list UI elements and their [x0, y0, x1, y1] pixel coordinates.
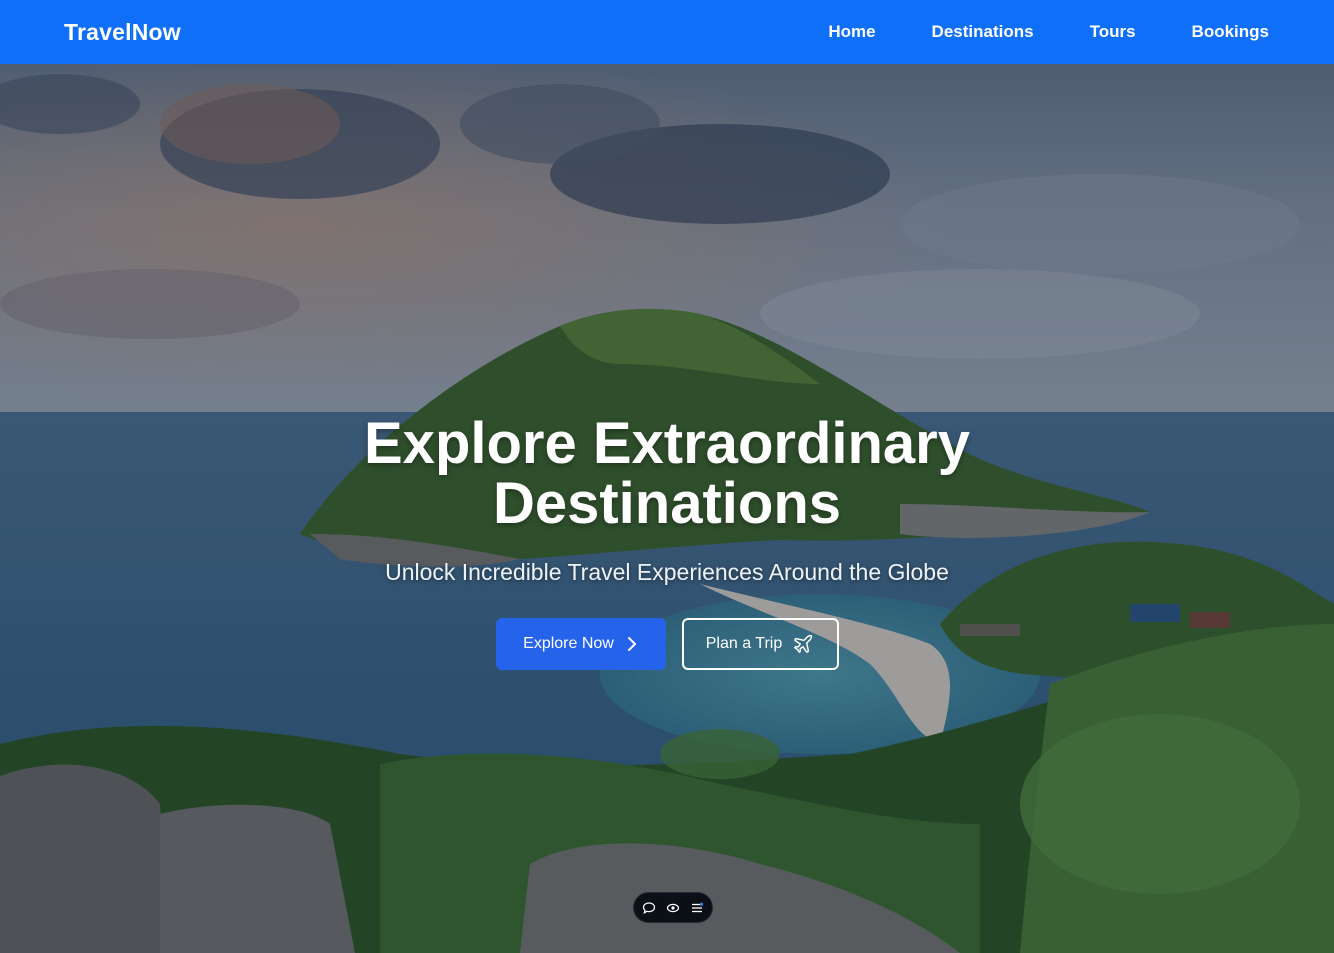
floating-toolbar	[633, 892, 713, 923]
nav-link-home[interactable]: Home	[828, 22, 875, 42]
plan-a-trip-button[interactable]: Plan a Trip	[681, 618, 839, 670]
explore-now-button[interactable]: Explore Now	[495, 618, 666, 670]
chevron-right-icon	[626, 636, 638, 652]
nav-link-destinations[interactable]: Destinations	[932, 22, 1034, 42]
hero-headline: Explore Extraordinary Destinations	[364, 411, 970, 536]
chat-icon[interactable]	[642, 901, 656, 915]
hero-subline: Unlock Incredible Travel Experiences Aro…	[385, 559, 949, 585]
nav-link-tours[interactable]: Tours	[1090, 22, 1136, 42]
list-icon[interactable]	[690, 901, 704, 915]
airplane-icon	[792, 633, 814, 655]
brand-logo[interactable]: TravelNow	[64, 19, 181, 46]
nav-links: Home Destinations Tours Bookings	[828, 22, 1269, 42]
cta-row: Explore Now Plan a Trip	[495, 618, 839, 670]
hero-content: Explore Extraordinary Destinations Unloc…	[0, 64, 1334, 953]
hero-section: Explore Extraordinary Destinations Unloc…	[0, 64, 1334, 953]
eye-icon[interactable]	[666, 901, 680, 915]
nav-link-bookings[interactable]: Bookings	[1192, 22, 1269, 42]
explore-now-label: Explore Now	[523, 635, 614, 652]
navbar: TravelNow Home Destinations Tours Bookin…	[0, 0, 1334, 64]
plan-a-trip-label: Plan a Trip	[705, 635, 783, 652]
